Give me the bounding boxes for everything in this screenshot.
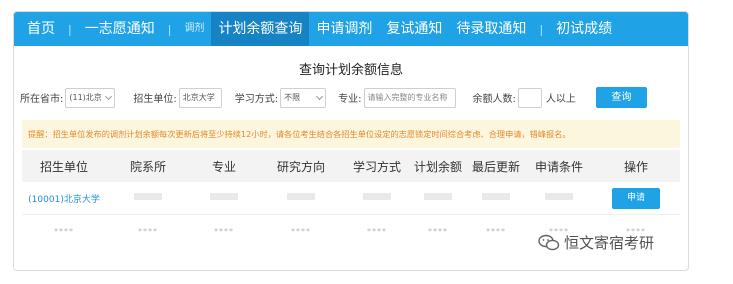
notice-banner: 提醒：招生单位发布的调剂计划余额每次更新后将至少持续12小时，请各位考生结合各招… bbox=[22, 120, 680, 148]
remain-input[interactable] bbox=[517, 87, 542, 108]
top-nav: 首页 | 一志愿通知 | 调剂 计划余额查询 申请调剂 复试通知 待录取通知 |… bbox=[14, 12, 688, 46]
watermark: 恒文寄宿考研 bbox=[538, 232, 654, 253]
school-link[interactable]: (10001)北京大学 bbox=[28, 195, 100, 205]
school-value: 北京大学 bbox=[182, 93, 215, 102]
major-placeholder: 请输入完整的专业名称 bbox=[367, 93, 448, 102]
wechat-icon bbox=[538, 234, 560, 250]
col-study-mode: 学习方式 bbox=[352, 159, 401, 174]
masked-cell: **** bbox=[54, 226, 74, 236]
col-direction: 研究方向 bbox=[276, 159, 325, 174]
nav-home[interactable]: 首页 bbox=[20, 12, 62, 46]
nav-separator: | bbox=[539, 22, 544, 36]
masked-cell: **** bbox=[486, 226, 506, 236]
page-title: 查询计划余额信息 bbox=[298, 63, 403, 78]
nav-apply-transfer[interactable]: 申请调剂 bbox=[309, 12, 379, 46]
col-conditions: 申请条件 bbox=[534, 159, 583, 174]
province-label: 所在省市: bbox=[20, 94, 64, 105]
major-input[interactable]: 请输入完整的专业名称 bbox=[363, 87, 456, 108]
nav-retest[interactable]: 复试通知 bbox=[379, 12, 449, 46]
chevron-down-icon bbox=[316, 92, 324, 100]
placeholder-bar bbox=[424, 193, 452, 200]
masked-cell: **** bbox=[428, 226, 448, 236]
col-major: 专业 bbox=[211, 159, 236, 174]
filter-bar: 所在省市: (11)北京 招生单位: 北京大学 学习方式: 不限 专业: 请输入… bbox=[14, 87, 688, 108]
masked-cell: **** bbox=[138, 226, 158, 236]
nav-separator: | bbox=[167, 22, 172, 36]
remain-suffix: 人以上 bbox=[545, 94, 576, 105]
nav-plan-query[interactable]: 计划余额查询 bbox=[211, 12, 310, 46]
placeholder-bar bbox=[482, 193, 510, 200]
nav-separator: | bbox=[68, 22, 72, 36]
masked-cell: **** bbox=[214, 226, 234, 236]
placeholder-bar bbox=[545, 193, 573, 200]
col-remaining: 计划余额 bbox=[413, 159, 462, 174]
mode-select[interactable]: 不限 bbox=[280, 87, 327, 108]
table-row: (10001)北京大学 申请 bbox=[22, 182, 680, 215]
col-updated: 最后更新 bbox=[471, 159, 520, 174]
apply-button[interactable]: 申请 bbox=[612, 187, 660, 209]
masked-cell: **** bbox=[291, 226, 311, 236]
placeholder-bar bbox=[287, 193, 315, 200]
school-input[interactable]: 北京大学 bbox=[178, 87, 222, 108]
placeholder-bar bbox=[134, 193, 162, 200]
nav-scores[interactable]: 初试成绩 bbox=[549, 12, 619, 46]
placeholder-bar bbox=[363, 193, 391, 200]
col-school: 招生单位 bbox=[39, 159, 88, 174]
query-button[interactable]: 查询 bbox=[595, 87, 647, 108]
nav-pending[interactable]: 待录取通知 bbox=[449, 12, 533, 46]
placeholder-bar bbox=[210, 193, 238, 200]
nav-first-choice[interactable]: 一志愿通知 bbox=[78, 12, 162, 46]
province-select[interactable]: (11)北京 bbox=[65, 87, 116, 108]
masked-cell: **** bbox=[367, 226, 387, 236]
mode-value: 不限 bbox=[284, 93, 301, 102]
province-value: (11)北京 bbox=[69, 93, 102, 102]
mode-label: 学习方式: bbox=[234, 94, 279, 105]
table-header: 招生单位 院系所 专业 研究方向 学习方式 计划余额 最后更新 申请条件 操作 bbox=[22, 150, 680, 182]
remain-label: 余额人数: bbox=[472, 94, 516, 105]
col-action: 操作 bbox=[623, 159, 648, 174]
major-label: 专业: bbox=[338, 94, 362, 105]
col-department: 院系所 bbox=[129, 159, 166, 174]
watermark-text: 恒文寄宿考研 bbox=[564, 234, 655, 252]
nav-transfer[interactable]: 调剂 bbox=[177, 12, 211, 46]
school-label: 招生单位: bbox=[133, 94, 177, 105]
chevron-down-icon bbox=[105, 92, 113, 100]
